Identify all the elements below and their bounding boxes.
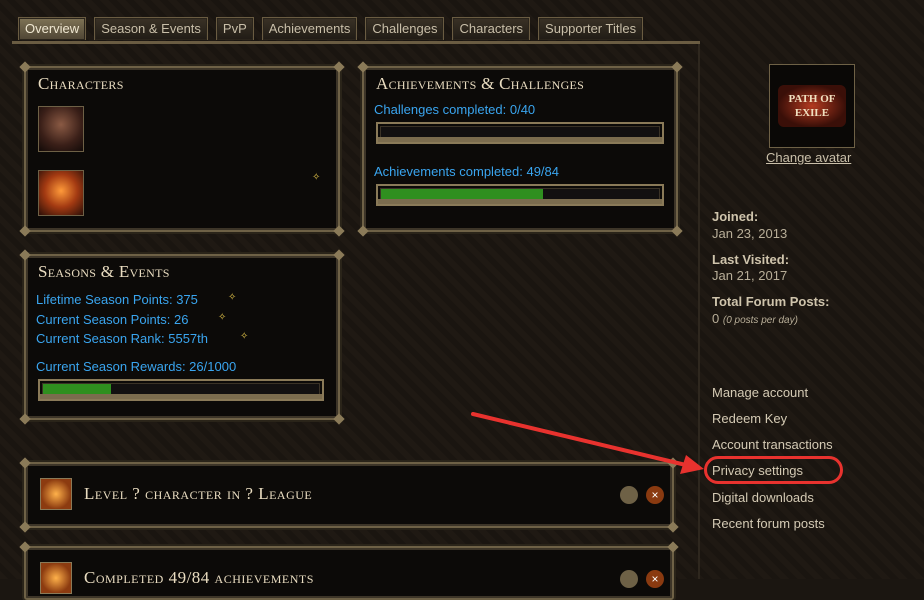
annotation-arrow-icon xyxy=(471,412,704,474)
